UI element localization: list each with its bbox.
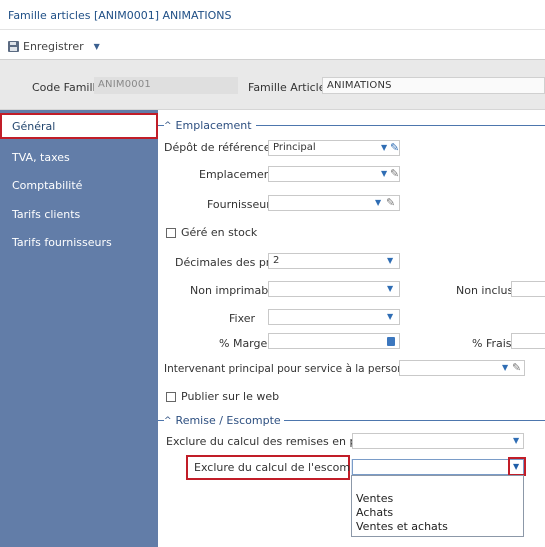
calculator-icon[interactable] (387, 337, 395, 346)
chevron-down-icon[interactable]: ▼ (94, 42, 100, 51)
non-imprimable-label: Non imprimable (190, 284, 279, 297)
intervenant-label: Intervenant principal pour service à la … (164, 363, 418, 375)
pencil-icon[interactable]: ✎ (390, 142, 399, 154)
section-remise-header[interactable]: ^ Remise / Escompte (164, 414, 281, 427)
sidebar: Général TVA, taxes Comptabilité Tarifs c… (0, 110, 158, 547)
escompte-options-list[interactable]: Ventes Achats Ventes et achats (351, 475, 524, 537)
gere-en-stock-checkbox[interactable] (166, 228, 176, 238)
famille-articles-field[interactable]: ANIMATIONS (322, 77, 545, 94)
frais-field[interactable] (511, 333, 545, 349)
section-divider (284, 420, 545, 421)
chevron-down-icon[interactable]: ▼ (381, 169, 387, 178)
exclure-escompte-select[interactable]: ▼ (352, 459, 524, 475)
fournisseur-select[interactable]: ▼ ✎ (268, 195, 400, 211)
chevron-down-icon[interactable]: ▼ (381, 143, 387, 152)
chevron-down-icon[interactable]: ▼ (387, 312, 393, 321)
chevron-up-icon[interactable]: ^ (164, 121, 172, 131)
pencil-icon[interactable]: ✎ (512, 362, 521, 374)
chevron-up-icon[interactable]: ^ (164, 416, 172, 426)
pencil-icon[interactable]: ✎ (386, 197, 395, 209)
marge-label: % Marge (219, 337, 268, 350)
non-inclus-label: Non inclus (456, 284, 514, 297)
decimales-label: Décimales des prix (175, 256, 280, 269)
title-bar: Famille articles [ANIM0001] ANIMATIONS (0, 0, 545, 30)
decimales-value: 2 (273, 255, 280, 266)
sidebar-item-label: Général (12, 120, 56, 133)
sidebar-item-label: Tarifs clients (12, 208, 81, 221)
fixer-select[interactable]: ▼ (268, 309, 400, 325)
chevron-down-icon[interactable]: ▼ (387, 256, 393, 265)
intervenant-select[interactable]: ▼ ✎ (399, 360, 525, 376)
decimales-select[interactable]: 2 ▼ (268, 253, 400, 269)
chevron-down-icon[interactable]: ▼ (502, 363, 508, 372)
fournisseur-label: Fournisseur (207, 198, 271, 211)
dropdown-button-highlight (508, 457, 526, 476)
window-title: Famille articles [ANIM0001] ANIMATIONS (8, 9, 232, 22)
option-ventes-et-achats[interactable]: Ventes et achats (356, 520, 448, 533)
sidebar-item-label: Comptabilité (12, 179, 83, 192)
depot-select[interactable]: Principal ▼ ✎ (268, 140, 400, 156)
option-achats[interactable]: Achats (356, 506, 393, 519)
non-imprimable-select[interactable]: ▼ (268, 281, 400, 297)
section-emplacement-header[interactable]: ^ Emplacement (164, 119, 252, 132)
sidebar-item-tva-taxes[interactable]: TVA, taxes (0, 146, 158, 168)
chevron-down-icon[interactable]: ▼ (387, 284, 393, 293)
exclure-escompte-label: Exclure du calcul de l'escompte (194, 461, 369, 474)
save-button[interactable]: Enregistrer ▼ (8, 38, 100, 54)
save-label: Enregistrer (23, 39, 84, 53)
fixer-label: Fixer (229, 312, 256, 325)
code-famille-field: ANIM0001 (94, 77, 238, 94)
sidebar-item-general[interactable]: Général (0, 113, 158, 139)
code-famille-label: Code Famille (32, 81, 103, 94)
save-icon (8, 40, 19, 52)
famille-articles-label: Famille Articles (248, 81, 332, 94)
sidebar-item-tarifs-clients[interactable]: Tarifs clients (0, 203, 158, 225)
frais-label: % Frais (472, 337, 512, 350)
toolbar: Enregistrer ▼ (0, 30, 545, 60)
depot-label: Dépôt de référence (164, 141, 271, 154)
exclure-remises-label: Exclure du calcul des remises en pied (166, 435, 374, 448)
gere-en-stock-label: Géré en stock (181, 226, 258, 239)
publier-web-label: Publier sur le web (181, 390, 280, 403)
section-remise-title: Remise / Escompte (175, 414, 281, 427)
chevron-down-icon[interactable]: ▼ (375, 198, 381, 207)
emplacement-select[interactable]: ▼ ✎ (268, 166, 400, 182)
emplacement-label: Emplacement (199, 168, 276, 181)
sidebar-item-label: Tarifs fournisseurs (12, 236, 112, 249)
sidebar-item-label: TVA, taxes (12, 151, 70, 164)
non-inclus-field[interactable] (511, 281, 545, 297)
chevron-down-icon[interactable]: ▼ (513, 436, 519, 445)
exclure-remises-select[interactable]: ▼ (352, 433, 524, 449)
depot-value: Principal (273, 142, 316, 153)
header-band: Code Famille ANIM0001 Famille Articles A… (0, 60, 545, 110)
marge-field[interactable] (268, 333, 400, 349)
option-ventes[interactable]: Ventes (356, 492, 393, 505)
section-emplacement-title: Emplacement (175, 119, 252, 132)
sidebar-item-comptabilite[interactable]: Comptabilité (0, 174, 158, 196)
pencil-icon[interactable]: ✎ (390, 168, 399, 180)
section-divider (256, 125, 545, 126)
publier-web-checkbox[interactable] (166, 392, 176, 402)
sidebar-item-tarifs-fournisseurs[interactable]: Tarifs fournisseurs (0, 231, 158, 253)
